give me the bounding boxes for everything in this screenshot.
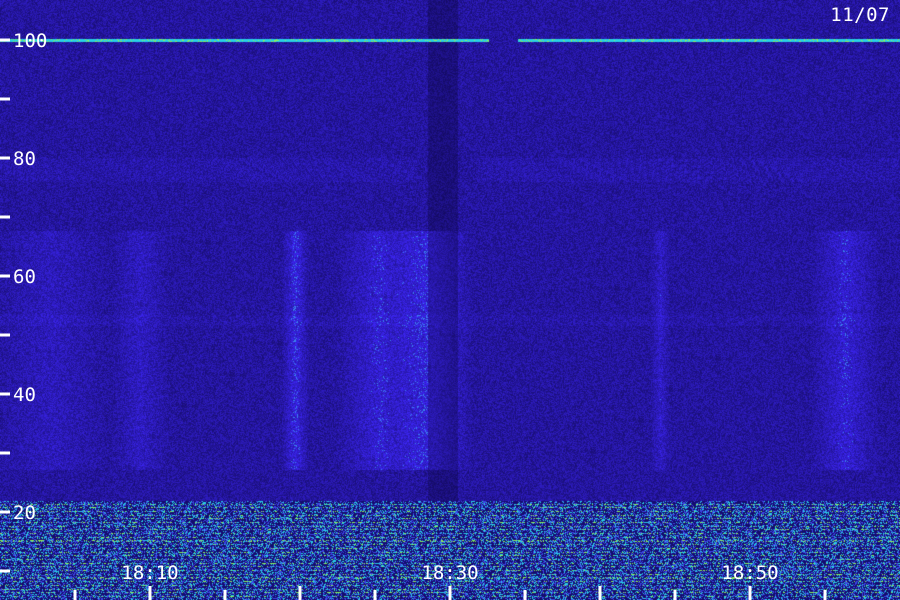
date-label: 11/07: [830, 4, 890, 26]
spectrogram-chart: 20 40 60 80 100 18:10 18:30 18:50 11/07: [0, 0, 900, 600]
spectrogram-heatmap: [0, 0, 900, 600]
